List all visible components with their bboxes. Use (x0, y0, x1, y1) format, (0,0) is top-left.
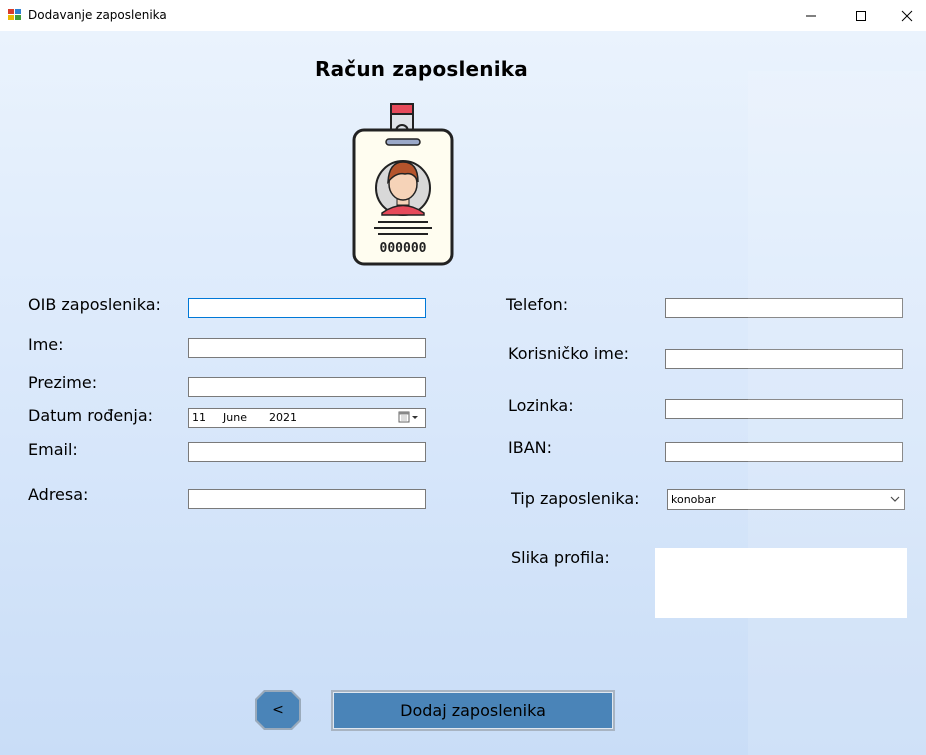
minimize-icon (806, 15, 816, 16)
adresa-label: Adresa: (28, 485, 89, 504)
tip-zaposlenika-value: konobar (671, 493, 716, 506)
ime-label: Ime: (28, 335, 64, 354)
maximize-icon (856, 10, 866, 21)
tip-zaposlenika-select[interactable]: konobar (667, 489, 905, 510)
slika-profila-label: Slika profila: (511, 548, 610, 567)
lozinka-label: Lozinka: (508, 396, 574, 415)
maximize-button[interactable] (838, 0, 884, 31)
form-client-area: Račun zaposlenika 000000 OIB zaposlenika… (0, 31, 926, 755)
minimize-button[interactable] (788, 0, 834, 31)
chevron-down-icon[interactable] (890, 495, 900, 503)
email-input[interactable] (188, 442, 426, 462)
prezime-input[interactable] (188, 377, 426, 397)
badge-number: 000000 (380, 241, 427, 256)
close-button[interactable] (884, 0, 926, 31)
window-title: Dodavanje zaposlenika (28, 8, 167, 22)
lozinka-input[interactable] (665, 399, 903, 419)
korisnicko-ime-label: Korisničko ime: (508, 344, 630, 363)
back-button[interactable]: < (257, 692, 299, 728)
employee-badge-icon: 000000 (352, 103, 454, 266)
oib-input[interactable] (188, 298, 426, 318)
add-employee-button[interactable]: Dodaj zaposlenika (331, 690, 615, 731)
ime-input[interactable] (188, 338, 426, 358)
page-title: Račun zaposlenika (315, 57, 528, 81)
window-titlebar: Dodavanje zaposlenika (0, 0, 926, 32)
telefon-input[interactable] (665, 298, 903, 318)
app-icon (8, 9, 22, 21)
prezime-label: Prezime: (28, 373, 98, 392)
datum-rodenja-label: Datum rođenja: (28, 406, 154, 425)
date-month[interactable]: June (223, 411, 247, 424)
email-label: Email: (28, 440, 78, 459)
calendar-dropdown-icon[interactable] (398, 411, 420, 424)
date-day[interactable]: 11 (192, 411, 206, 424)
korisnicko-ime-input[interactable] (665, 349, 903, 369)
telefon-label: Telefon: (506, 295, 569, 314)
iban-label: IBAN: (508, 438, 552, 457)
tip-zaposlenika-label: Tip zaposlenika: (511, 489, 640, 508)
oib-label: OIB zaposlenika: (28, 295, 161, 314)
profile-picture-box[interactable] (655, 548, 907, 618)
date-year[interactable]: 2021 (269, 411, 297, 424)
datum-rodenja-picker[interactable]: 11 June 2021 (188, 408, 426, 428)
close-icon (901, 10, 913, 21)
adresa-input[interactable] (188, 489, 426, 509)
iban-input[interactable] (665, 442, 903, 462)
